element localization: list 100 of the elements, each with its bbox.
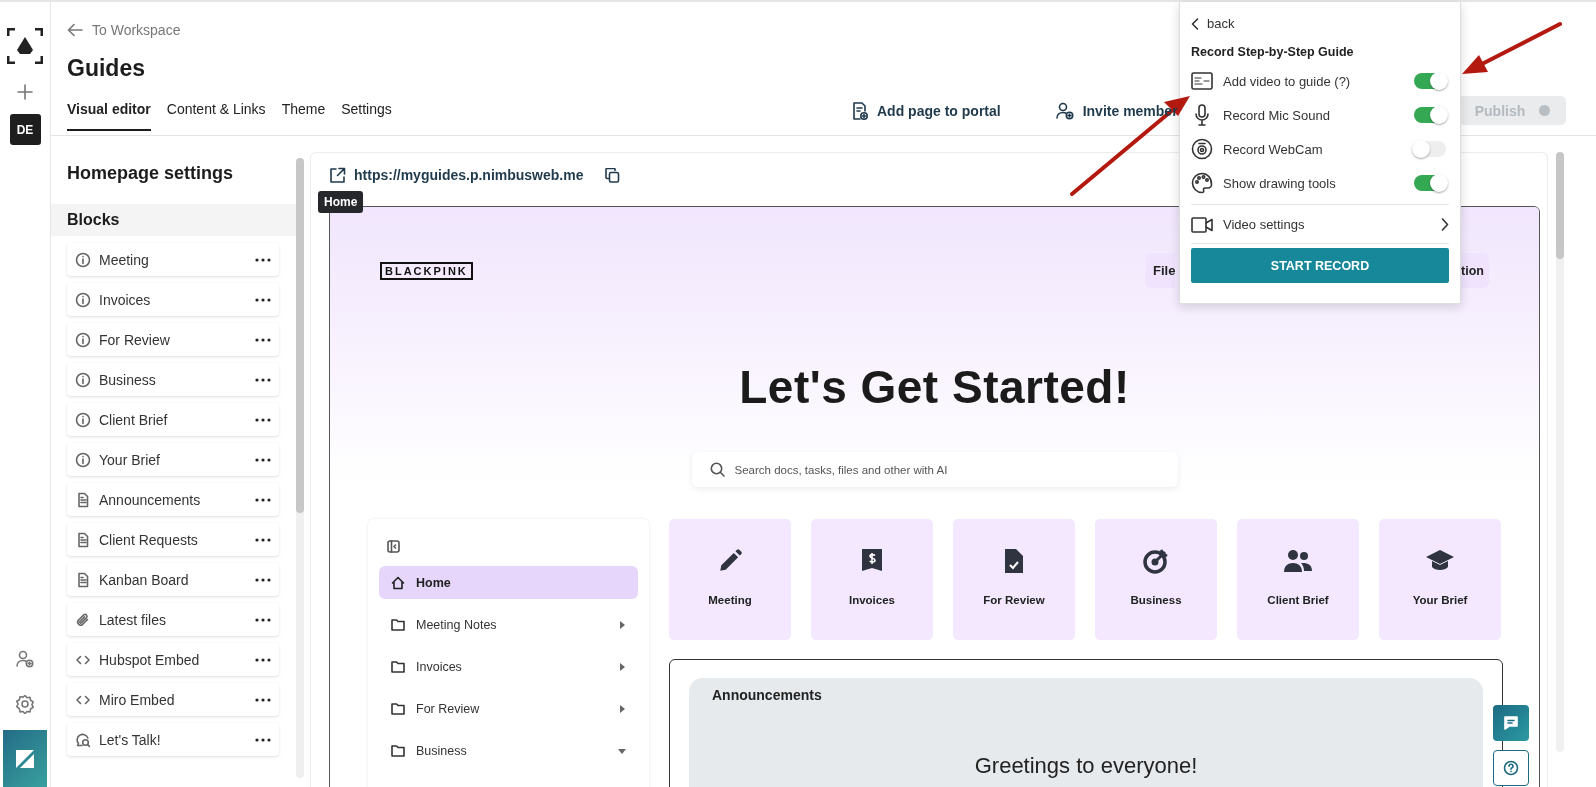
paperclip-icon: [75, 611, 91, 628]
video-card-icon: [1191, 72, 1213, 90]
block-item[interactable]: Business: [67, 363, 279, 396]
block-title: Announcements: [712, 687, 823, 703]
copy-icon[interactable]: [605, 167, 621, 183]
popup-title: Record Step-by-Step Guide: [1191, 45, 1355, 59]
back-link[interactable]: back: [1191, 15, 1449, 32]
portal-link[interactable]: https://myguides.p.nimbusweb.me: [354, 167, 584, 183]
site-sidebar-item[interactable]: Home: [379, 566, 638, 599]
block-item[interactable]: Kanban Board: [67, 563, 279, 596]
video-settings-item[interactable]: Video settings: [1191, 206, 1449, 243]
more-icon[interactable]: [255, 257, 271, 262]
add-page-button[interactable]: Add page to portal: [845, 100, 1007, 131]
more-icon[interactable]: [255, 297, 271, 302]
document-icon: [75, 491, 91, 508]
info-icon: [75, 451, 91, 468]
search-field[interactable]: Search docs, tasks, files and other with AI: [691, 452, 1178, 487]
option-label: Record WebCam: [1223, 141, 1324, 157]
tab[interactable]: Settings: [341, 92, 392, 131]
toggle-switch[interactable]: [1414, 141, 1446, 157]
app-launcher-button[interactable]: [3, 730, 47, 787]
info-icon: [75, 371, 91, 388]
block-item[interactable]: Client Brief: [67, 403, 279, 436]
more-icon[interactable]: [255, 337, 271, 342]
toggle-switch[interactable]: [1414, 175, 1446, 191]
toggle-switch[interactable]: [1414, 73, 1446, 89]
scrollbar[interactable]: [296, 158, 304, 778]
site-sidebar-item[interactable]: Meeting Notes: [379, 608, 638, 641]
caret-icon[interactable]: [618, 704, 626, 713]
shortcut-tile[interactable]: For Review: [953, 519, 1075, 640]
search-icon: [709, 462, 725, 477]
webcam-icon: [1191, 138, 1213, 160]
avatar[interactable]: DE: [9, 114, 41, 145]
caret-icon[interactable]: [618, 662, 626, 671]
caret-icon[interactable]: [618, 746, 626, 755]
more-icon[interactable]: [255, 417, 271, 422]
site-nav-item[interactable]: File: [1145, 253, 1175, 288]
tab[interactable]: Theme: [281, 92, 326, 131]
caret-icon[interactable]: [618, 620, 626, 629]
target-icon: [1143, 548, 1169, 574]
settings-icon[interactable]: [15, 694, 35, 714]
folder-icon: [391, 702, 405, 715]
user-plus-icon: [1054, 101, 1075, 121]
shortcut-tile[interactable]: Client Brief: [1237, 519, 1359, 640]
block-item[interactable]: Invoices: [67, 283, 279, 316]
info-icon: [75, 291, 91, 308]
more-icon[interactable]: [255, 537, 271, 542]
palette-icon: [1191, 172, 1213, 194]
site-logo[interactable]: BLACKPINK: [380, 261, 473, 280]
block-item[interactable]: Let's Talk!: [67, 723, 279, 756]
block-item[interactable]: Latest files: [67, 603, 279, 636]
block-item[interactable]: Meeting: [67, 243, 279, 276]
info-icon: [75, 251, 91, 268]
start-record-button[interactable]: START RECORD: [1191, 248, 1449, 283]
more-icon[interactable]: [255, 657, 271, 662]
folder-icon: [391, 660, 405, 673]
user-plus-icon[interactable]: [15, 649, 35, 669]
site-sidebar-item[interactable]: Business: [379, 734, 638, 767]
site-sidebar-item[interactable]: For Review: [379, 692, 638, 725]
more-icon[interactable]: [255, 697, 271, 702]
shortcut-tile[interactable]: Your Brief: [1379, 519, 1501, 640]
announcement-text: Greetings to everyone!: [973, 753, 1199, 779]
folder-icon: [391, 618, 405, 631]
block-item[interactable]: Your Brief: [67, 443, 279, 476]
home-icon: [391, 575, 405, 590]
block-item[interactable]: Announcements: [67, 483, 279, 516]
help-icon: [1503, 760, 1519, 776]
block-item[interactable]: Hubspot Embed: [67, 643, 279, 676]
scrollbar[interactable]: [1556, 152, 1564, 752]
plus-icon[interactable]: [17, 84, 33, 100]
graduation-cap-icon: [1425, 549, 1455, 573]
sidebar-toggle-icon[interactable]: [387, 540, 400, 553]
tab[interactable]: Visual editor: [67, 92, 151, 131]
section-header: Blocks: [51, 204, 296, 236]
site-heading: Let's Get Started!: [738, 360, 1131, 414]
more-icon[interactable]: [255, 377, 271, 382]
more-icon[interactable]: [255, 457, 271, 462]
help-button[interactable]: [1493, 750, 1529, 786]
page-plus-icon: [851, 101, 869, 121]
more-icon[interactable]: [255, 497, 271, 502]
block-item[interactable]: For Review: [67, 323, 279, 356]
shortcut-tile[interactable]: Meeting: [669, 519, 791, 640]
shortcut-tile[interactable]: Business: [1095, 519, 1217, 640]
chevron-left-icon: [1191, 17, 1199, 30]
pencil-icon: [717, 548, 743, 574]
block-item[interactable]: Client Requests: [67, 523, 279, 556]
site-sidebar-item[interactable]: Invoices: [379, 650, 638, 683]
money-badge-icon: [861, 548, 883, 574]
tab[interactable]: Content & Links: [166, 92, 266, 131]
chat-button[interactable]: [1493, 705, 1529, 741]
app-logo-icon[interactable]: [7, 28, 43, 64]
more-icon[interactable]: [255, 737, 271, 742]
back-link[interactable]: To Workspace: [67, 22, 181, 38]
block-item[interactable]: Miro Embed: [67, 683, 279, 716]
shortcut-tile[interactable]: Invoices: [811, 519, 933, 640]
more-icon[interactable]: [255, 577, 271, 582]
toggle-switch[interactable]: [1414, 107, 1446, 123]
info-icon: [75, 411, 91, 428]
info-icon: [75, 331, 91, 348]
more-icon[interactable]: [255, 617, 271, 622]
